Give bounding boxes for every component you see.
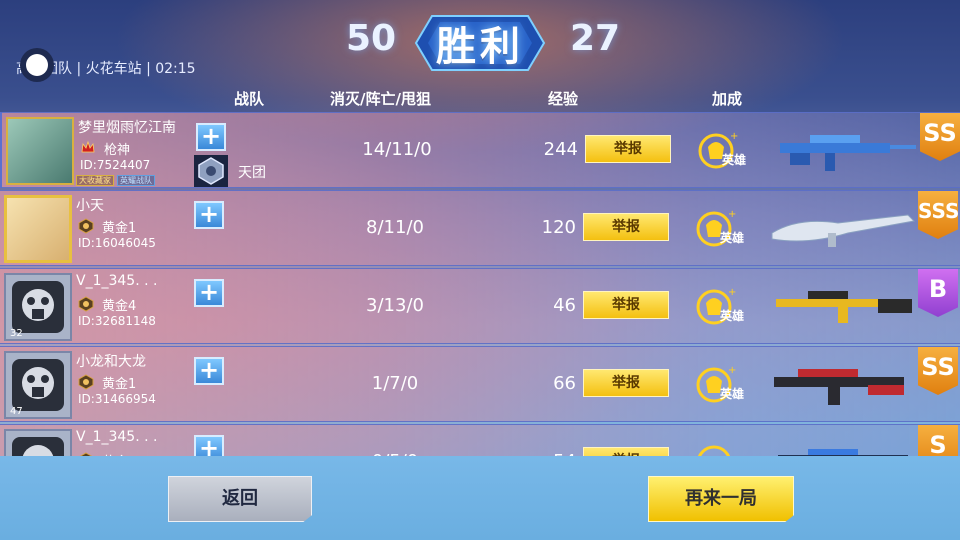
weapon-grade-badge: B [918,269,958,317]
column-bonus: 加成 [712,90,743,108]
player-kda: 14/11/0 [362,139,432,160]
player-id: ID:32681148 [78,314,156,328]
player-avatar[interactable]: 32 [4,273,72,341]
player-row[interactable]: 小天 黄金1 ID:16046045 + 8/11/0 120 举报 + 英雄 … [0,190,960,266]
bonus-label: 英雄 [720,387,745,401]
hero-bonus-badge: + 英雄 [696,207,756,253]
weapon-rifle-icon [780,135,916,171]
player-row[interactable]: 32 V_1_345. . . 黄金4 ID:32681148 + 3/13/0… [0,268,960,344]
player-exp: 66 [553,373,576,394]
player-rank: 枪神 [104,143,131,158]
result-banner: 胜利 [412,6,548,80]
team-badge-icon [194,155,228,187]
weapon-grade-badge: SS [920,113,960,161]
column-team: 战队 [234,90,265,108]
svg-text:+: + [728,209,736,220]
player-rank: 黄金1 [102,221,137,236]
report-button[interactable]: 举报 [585,135,671,163]
player-exp: 120 [541,217,576,238]
report-button[interactable]: 举报 [583,213,669,241]
report-button[interactable]: 举报 [583,369,669,397]
player-level: 47 [10,406,23,417]
player-kda: 3/13/0 [366,295,424,316]
score-left: 50 [346,18,397,59]
bonus-label: 英雄 [720,231,745,245]
score-right: 27 [570,18,621,59]
add-friend-button[interactable]: + [194,357,224,385]
player-avatar[interactable]: 47 [4,351,72,419]
weapon-grade-badge: SS [918,347,958,395]
player-level: 32 [10,328,23,339]
player-name: 小天 [76,198,104,214]
rank-crown-icon [81,140,95,153]
weapon-dragon-rifle-icon [771,214,916,247]
player-name: 梦里烟雨忆江南 [78,120,176,136]
svg-text:+: + [728,365,736,376]
bottom-bar [0,456,960,540]
player-id: ID:31466954 [78,392,156,406]
svg-text:+: + [730,131,738,142]
player-avatar[interactable] [4,195,72,263]
player-avatar[interactable] [6,117,74,185]
player-id: ID:16046045 [78,236,156,250]
svg-text:+: + [728,287,736,298]
player-tags: 大收藏家 英耀战队 [76,175,155,186]
back-button[interactable]: 返回 [168,476,312,522]
result-text: 胜利 [436,24,524,70]
rank-gold-icon [78,296,94,312]
bonus-label: 英雄 [720,309,745,323]
player-rank: 黄金4 [102,299,137,314]
player-name: V_1_345. . . [76,429,158,445]
player-kda: 1/7/0 [371,373,419,394]
info-toggle-button[interactable] [20,48,54,82]
rank-gold-icon [78,218,94,234]
toggle-dot-icon [26,54,48,76]
add-friend-button[interactable]: + [194,279,224,307]
weapon-gold-rifle-icon [776,291,912,323]
column-kda: 消灭/阵亡/甩狙 [330,90,431,108]
add-friend-button[interactable]: + [194,201,224,229]
hero-bonus-badge: + 英雄 [696,363,756,409]
player-tag: 英耀战队 [117,175,155,186]
hero-bonus-badge: + 英雄 [696,285,756,331]
player-id: ID:7524407 [80,158,151,172]
hero-bonus-badge: + 英雄 [698,129,758,175]
weapon-red-rifle-icon [774,369,904,405]
report-button[interactable]: 举报 [583,291,669,319]
player-row[interactable]: 梦里烟雨忆江南 枪神 ID:7524407 大收藏家 英耀战队 + 天团 14/… [0,112,960,188]
weapon-grade-badge: SSS [918,191,958,239]
bonus-label: 英雄 [722,153,747,167]
play-again-button[interactable]: 再来一局 [648,476,794,522]
player-name: 小龙和大龙 [76,354,146,370]
rank-gold-icon [78,374,94,390]
column-exp: 经验 [548,90,579,108]
player-exp: 46 [553,295,576,316]
player-exp: 244 [543,139,578,160]
player-name: V_1_345. . . [76,273,158,289]
add-friend-button[interactable]: + [196,123,226,151]
player-tag: 大收藏家 [76,175,114,186]
player-rank: 黄金1 [102,377,137,392]
player-row[interactable]: 47 小龙和大龙 黄金1 ID:31466954 + 1/7/0 66 举报 +… [0,346,960,422]
team-name: 天团 [238,165,266,181]
player-kda: 8/11/0 [366,217,424,238]
